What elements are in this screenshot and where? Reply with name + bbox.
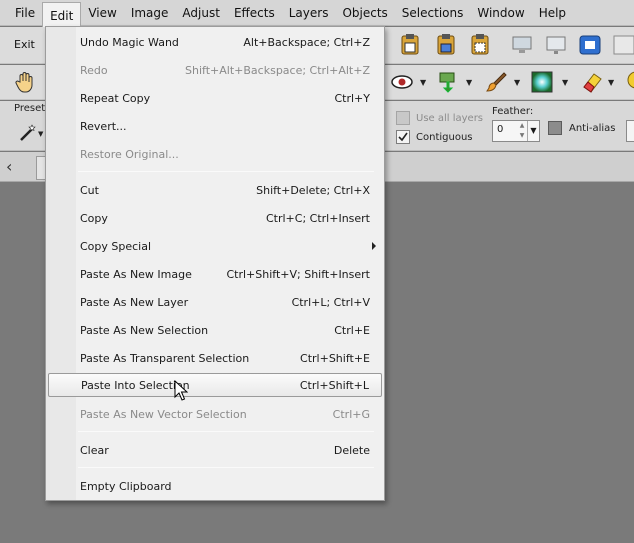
contiguous-checkbox[interactable] <box>396 130 410 144</box>
feather-spinner-icon[interactable]: ▲ ▼ <box>517 121 527 141</box>
menu-item-paste-new-image[interactable]: Paste As New Image Ctrl+Shift+V; Shift+I… <box>48 262 382 286</box>
feather-label: Feather: <box>492 106 534 117</box>
gradient-dropdown-icon[interactable]: ▼ <box>562 78 570 87</box>
menu-help[interactable]: Help <box>532 2 573 24</box>
eraser-icon[interactable] <box>580 70 604 94</box>
menu-effects[interactable]: Effects <box>227 2 282 24</box>
menu-item-cut[interactable]: Cut Shift+Delete; Ctrl+X <box>48 178 382 202</box>
monitor-icon[interactable] <box>510 33 534 57</box>
menu-item-clear[interactable]: Clear Delete <box>48 438 382 462</box>
edit-menu-dropdown: Undo Magic Wand Alt+Backspace; Ctrl+Z Re… <box>45 26 385 501</box>
menu-window[interactable]: Window <box>470 2 531 24</box>
eraser-dropdown-icon[interactable]: ▼ <box>608 78 616 87</box>
menu-selections[interactable]: Selections <box>395 2 471 24</box>
anti-alias-checkbox[interactable] <box>548 121 562 135</box>
menu-item-paste-into-selection[interactable]: Paste Into Selection Ctrl+Shift+L <box>48 373 382 397</box>
submenu-arrow-icon <box>372 242 376 250</box>
menu-item-copy-special[interactable]: Copy Special <box>48 234 382 258</box>
clone-brush-icon[interactable] <box>436 70 460 94</box>
menu-objects[interactable]: Objects <box>335 2 394 24</box>
use-all-layers-checkbox[interactable] <box>396 111 410 125</box>
options-field-stub[interactable] <box>626 120 634 142</box>
use-all-layers-label: Use all layers <box>416 113 484 124</box>
menu-item-paste-new-selection[interactable]: Paste As New Selection Ctrl+E <box>48 318 382 342</box>
paint-brush-icon[interactable] <box>484 70 508 94</box>
mouse-pointer-icon <box>174 380 188 401</box>
anti-alias-label: Anti-alias <box>569 123 616 134</box>
menu-item-redo[interactable]: Redo Shift+Alt+Backspace; Ctrl+Alt+Z <box>48 58 382 82</box>
menu-item-restore-original[interactable]: Restore Original... <box>48 142 382 166</box>
menu-file[interactable]: File <box>8 2 42 24</box>
menu-image[interactable]: Image <box>124 2 176 24</box>
feather-value: 0 <box>497 124 504 135</box>
eye-dropdown-icon[interactable]: ▼ <box>420 78 428 87</box>
gradient-fill-icon[interactable] <box>530 70 554 94</box>
fit-window-icon[interactable] <box>544 33 568 57</box>
feather-input[interactable]: 0 ▲ ▼ ▼ <box>492 120 540 142</box>
feather-dropdown-icon[interactable]: ▼ <box>527 121 539 141</box>
menu-item-paste-new-layer[interactable]: Paste As New Layer Ctrl+L; Ctrl+V <box>48 290 382 314</box>
menu-layers[interactable]: Layers <box>282 2 336 24</box>
menu-edit[interactable]: Edit <box>42 1 82 28</box>
bulb-icon[interactable] <box>624 70 634 94</box>
tab-scroll-left-icon[interactable]: ‹ <box>6 157 12 176</box>
menu-item-empty-clipboard[interactable]: Empty Clipboard <box>48 474 382 498</box>
svg-text:▼: ▼ <box>38 130 44 138</box>
menu-item-undo[interactable]: Undo Magic Wand Alt+Backspace; Ctrl+Z <box>48 30 382 54</box>
menu-item-repeat[interactable]: Repeat Copy Ctrl+Y <box>48 86 382 110</box>
actual-size-icon[interactable] <box>612 33 634 57</box>
paste-layer-icon[interactable] <box>434 33 458 57</box>
menu-separator <box>78 467 374 468</box>
menu-item-paste-transparent-selection[interactable]: Paste As Transparent Selection Ctrl+Shif… <box>48 346 382 370</box>
menu-bar: File Edit View Image Adjust Effects Laye… <box>0 0 634 28</box>
magic-wand-preset-icon[interactable]: ▼ <box>18 122 44 142</box>
full-screen-icon[interactable] <box>578 33 602 57</box>
brush-dropdown-icon[interactable]: ▼ <box>514 78 522 87</box>
contiguous-label: Contiguous <box>416 132 473 143</box>
menu-item-paste-vector-selection[interactable]: Paste As New Vector Selection Ctrl+G <box>48 402 382 426</box>
paste-icon[interactable] <box>398 33 422 57</box>
menu-separator <box>78 431 374 432</box>
paste-selection-icon[interactable] <box>468 33 492 57</box>
menu-item-copy[interactable]: Copy Ctrl+C; Ctrl+Insert <box>48 206 382 230</box>
menu-view[interactable]: View <box>81 2 123 24</box>
menu-adjust[interactable]: Adjust <box>175 2 227 24</box>
eye-icon[interactable] <box>390 70 414 94</box>
pan-hand-icon[interactable] <box>12 70 38 94</box>
clone-dropdown-icon[interactable]: ▼ <box>466 78 474 87</box>
menu-item-revert[interactable]: Revert... <box>48 114 382 138</box>
menu-separator <box>78 171 374 172</box>
checkmark-icon <box>398 132 408 142</box>
exit-button[interactable]: Exit <box>8 36 41 53</box>
